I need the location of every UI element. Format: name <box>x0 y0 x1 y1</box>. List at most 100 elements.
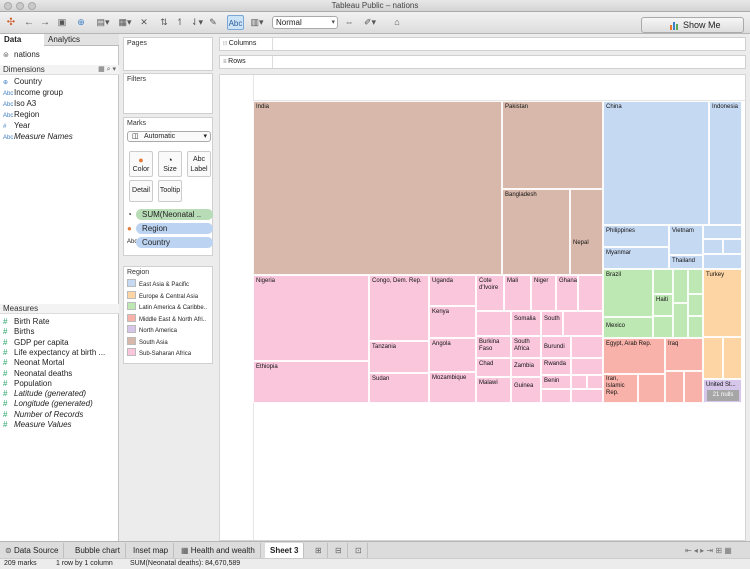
dimension-field[interactable]: AbcIso A3 <box>3 99 36 109</box>
dimension-field[interactable]: AbcRegion <box>3 110 39 120</box>
zoom-window-button[interactable] <box>28 2 36 10</box>
treemap-cell-mozambique[interactable]: Mozambique <box>429 372 476 403</box>
treemap-cell-burundi[interactable]: Burundi <box>541 336 571 358</box>
legend-item[interactable]: South Asia <box>127 336 168 347</box>
treemap-cell-rwanda[interactable]: Rwanda <box>541 358 571 375</box>
treemap-cell-ssa-small[interactable] <box>571 358 603 375</box>
legend-item[interactable]: East Asia & Pacific <box>127 279 189 289</box>
color-mark-button[interactable]: ● Color <box>129 151 153 177</box>
new-dashboard-icon[interactable]: ⊟ <box>330 543 348 558</box>
treemap-cell-india[interactable]: India <box>253 101 502 275</box>
treemap-cell-sudan[interactable]: Sudan <box>369 373 429 403</box>
save-icon[interactable]: ▣ <box>56 15 68 30</box>
tab-inset-map[interactable]: Inset map <box>128 543 175 558</box>
tab-nav-arrows-icon[interactable]: ⇤ ◂ ▸ ⇥ ⊞ ▦ <box>680 543 737 558</box>
treemap-cell-ghana[interactable]: Ghana <box>556 275 578 311</box>
treemap-cell-zambia[interactable]: Zambia <box>511 358 541 377</box>
treemap-cell-benin[interactable]: Benin <box>541 375 571 389</box>
treemap-cell-guinea[interactable]: Guinea <box>511 377 541 403</box>
tab-data[interactable]: Data <box>0 34 44 46</box>
treemap-cell-ssa-small[interactable] <box>541 389 571 403</box>
tab-health-and-wealth[interactable]: ▦ Health and wealth <box>176 543 261 558</box>
treemap-cell-uganda[interactable]: Uganda <box>429 275 476 306</box>
treemap-cell-egypt[interactable]: Egypt, Arab Rep. <box>603 338 665 374</box>
measure-field[interactable]: # Neonat Mortal <box>3 358 64 368</box>
treemap-cell-eca-small[interactable] <box>723 337 742 379</box>
tab-sheet-3[interactable]: Sheet 3 <box>265 543 305 558</box>
treemap-cell-ethiopia[interactable]: Ethiopia <box>253 361 369 403</box>
treemap-cell-iraq[interactable]: Iraq <box>665 338 703 371</box>
treemap-cell-turkey[interactable]: Turkey <box>703 269 742 337</box>
treemap-cell-niger[interactable]: Niger <box>531 275 556 311</box>
presentation-icon[interactable]: ✐▾ <box>360 15 380 30</box>
treemap-cell-iran[interactable]: Iran, Islamic Rep. <box>603 374 638 403</box>
measure-field[interactable]: # Latitude (generated) <box>3 389 86 399</box>
treemap-cell-angola[interactable]: Angola <box>429 338 476 372</box>
treemap-cell-eap-small[interactable] <box>723 239 742 254</box>
treemap-cell-nigeria[interactable]: Nigeria <box>253 275 369 361</box>
forward-icon[interactable]: → <box>38 15 52 30</box>
dimension-field[interactable]: AbcMeasure Names <box>3 132 73 142</box>
treemap-cell-congo[interactable]: Congo, Dem. Rep. <box>369 275 429 341</box>
legend-item[interactable]: Latin America & Caribbe.. <box>127 302 207 312</box>
measure-field[interactable]: # Measure Values <box>3 420 72 430</box>
treemap-cell-mali[interactable]: Mali <box>504 275 531 311</box>
treemap-cell-eap-small[interactable] <box>703 225 742 239</box>
treemap-viz[interactable]: India Pakistan Bangladesh Nepal China In… <box>253 101 742 403</box>
dimensions-menu-icon[interactable]: ▦ ⌕ ▾ <box>98 65 116 75</box>
measure-field[interactable]: # Number of Records <box>3 410 83 420</box>
duplicate-sheet-icon[interactable]: ▦▾ <box>116 15 134 30</box>
treemap-cell-burkina-faso[interactable]: Burkina Faso <box>476 336 511 358</box>
fit-width-icon[interactable]: ⇔ <box>344 15 354 30</box>
size-mark-button[interactable]: ◔ Size <box>158 151 182 177</box>
highlight-icon[interactable]: ✎ <box>207 15 219 30</box>
tooltip-mark-button[interactable]: Tooltip <box>158 180 182 202</box>
treemap-cell-cote-divoire[interactable]: Cote d'Ivoire <box>476 275 504 311</box>
treemap-cell-myanmar[interactable]: Myanmar <box>603 247 669 269</box>
treemap-cell-lac-small[interactable] <box>673 303 688 338</box>
treemap-cell-brazil[interactable]: Brazil <box>603 269 653 317</box>
treemap-cell-lac-small[interactable] <box>688 269 703 294</box>
dimension-field[interactable]: # Year <box>3 121 30 131</box>
datasource-item[interactable]: ⊜ nations <box>3 50 40 60</box>
detail-mark-button[interactable]: Detail <box>129 180 153 202</box>
treemap-cell-ssa-small[interactable] <box>571 375 587 389</box>
measure-field[interactable]: # Population <box>3 379 52 389</box>
measure-field[interactable]: # GDP per capita <box>3 338 69 348</box>
legend-item[interactable]: Europe & Central Asia <box>127 290 198 301</box>
treemap-cell-nepal[interactable]: Nepal <box>570 189 603 275</box>
legend-item[interactable]: North America <box>127 325 177 335</box>
treemap-cell-mena-small[interactable] <box>638 374 665 403</box>
tab-data-source[interactable]: ⊜ Data Source <box>0 543 65 558</box>
treemap-cell-thailand[interactable]: Thailand <box>669 255 703 269</box>
measure-field[interactable]: # Births <box>3 327 34 337</box>
new-story-icon[interactable]: ⊡ <box>350 543 368 558</box>
treemap-cell-lac-small[interactable] <box>673 269 688 303</box>
treemap-cell-eap-small[interactable] <box>703 254 742 269</box>
treemap-cell-mexico[interactable]: Mexico <box>603 317 653 338</box>
treemap-cell-ssa-small[interactable] <box>563 311 603 336</box>
show-labels-button[interactable]: Abc <box>227 15 244 30</box>
treemap-cell-mena-small[interactable] <box>665 371 684 403</box>
back-icon[interactable]: ← <box>22 15 36 30</box>
filters-card[interactable]: Filters <box>123 73 213 114</box>
treemap-cell-ssa-small[interactable] <box>571 389 603 403</box>
measure-field[interactable]: # Life expectancy at birth ... <box>3 348 105 358</box>
treemap-cell-philippines[interactable]: Philippines <box>603 225 669 247</box>
columns-shelf[interactable]: ⦙⦙⦙ Columns <box>219 37 746 51</box>
treemap-cell-south-africa[interactable]: South Africa <box>511 336 541 358</box>
sort-descending-icon[interactable]: ⇃▾ <box>190 15 204 30</box>
pill-sum-neonatal[interactable]: SUM(Neonatal .. <box>136 209 213 220</box>
show-me-button[interactable]: Show Me <box>641 17 744 33</box>
minimize-window-button[interactable] <box>16 2 24 10</box>
dimension-field[interactable]: AbcIncome group <box>3 88 63 98</box>
tableau-logo-icon[interactable]: ✣ <box>4 15 18 30</box>
measure-field[interactable]: # Longitude (generated) <box>3 399 93 409</box>
treemap-cell-malawi[interactable]: Malawi <box>476 377 511 403</box>
treemap-cell-eca-small[interactable] <box>703 337 723 379</box>
swap-axes-icon[interactable]: ⇅ <box>158 15 170 30</box>
label-mark-button[interactable]: Abc Label <box>187 151 211 177</box>
nulls-indicator[interactable]: 21 nulls <box>707 390 739 401</box>
treemap-cell-lac-small[interactable] <box>688 294 703 316</box>
dimension-field[interactable]: ⊕ Country <box>3 77 42 87</box>
